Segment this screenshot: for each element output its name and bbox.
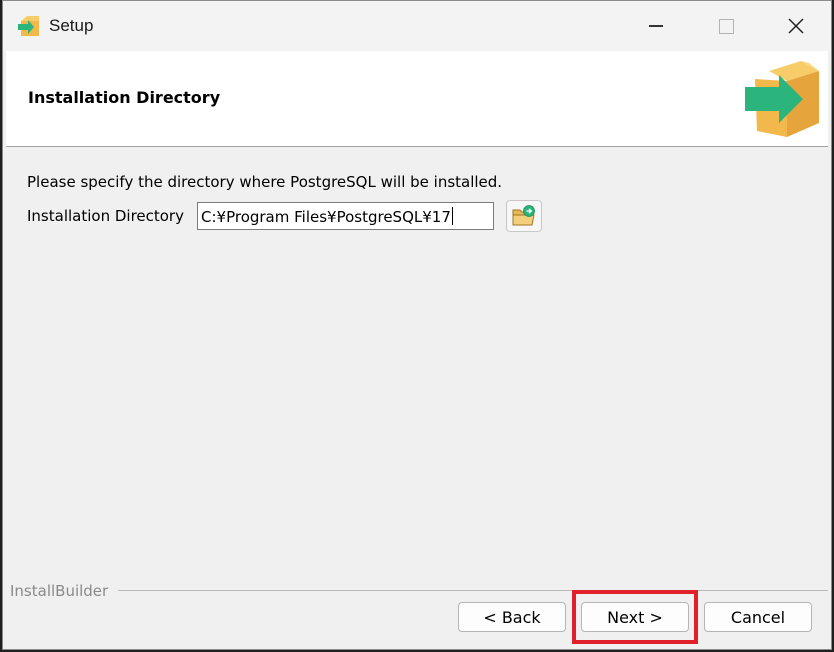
close-icon xyxy=(788,18,804,34)
directory-label: Installation Directory xyxy=(27,207,184,225)
page-title: Installation Directory xyxy=(28,88,221,107)
close-button[interactable] xyxy=(761,1,831,51)
next-highlight-box xyxy=(572,590,698,644)
title-bar: Setup xyxy=(3,1,831,51)
cancel-button[interactable]: Cancel xyxy=(704,602,812,632)
browse-button[interactable] xyxy=(506,200,542,232)
content-area: Please specify the directory where Postg… xyxy=(6,147,828,587)
minimize-button[interactable] xyxy=(621,1,691,51)
directory-input[interactable]: C:¥Program Files¥PostgreSQL¥17 xyxy=(197,202,494,230)
app-icon xyxy=(18,16,39,36)
setup-window: Setup Installation Directory Please spec… xyxy=(2,0,832,650)
directory-input-value: C:¥Program Files¥PostgreSQL¥17 xyxy=(201,208,451,226)
package-arrow-icon xyxy=(745,61,819,137)
installbuilder-label: InstallBuilder xyxy=(10,582,109,600)
minimize-icon xyxy=(649,25,663,27)
maximize-icon xyxy=(718,18,734,34)
description-text: Please specify the directory where Postg… xyxy=(27,173,503,191)
folder-browse-icon xyxy=(512,205,535,226)
back-button[interactable]: < Back xyxy=(458,602,566,632)
page-header: Installation Directory xyxy=(6,51,828,147)
text-caret xyxy=(451,207,453,225)
maximize-button[interactable] xyxy=(691,1,761,51)
footer-divider xyxy=(118,590,828,591)
window-title: Setup xyxy=(49,16,94,35)
